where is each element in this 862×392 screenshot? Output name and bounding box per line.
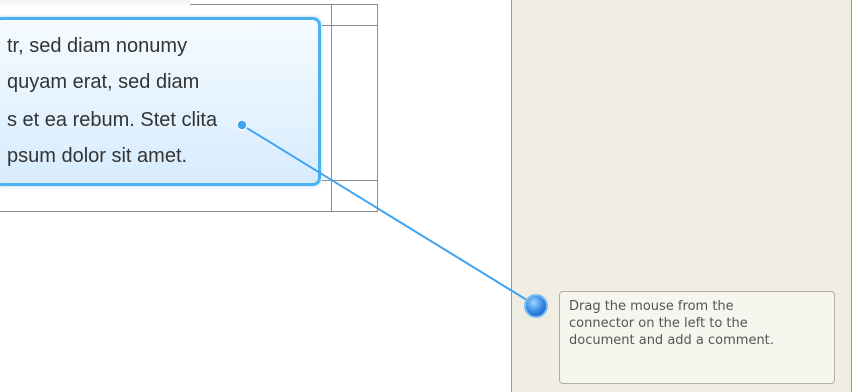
connector-anchor-dot[interactable]: [236, 119, 248, 131]
connector-handle-icon[interactable]: [524, 294, 548, 318]
comment-hint-box[interactable]: Drag the mouse from the connector on the…: [559, 291, 835, 384]
comment-hint-text: Drag the mouse from the connector on the…: [569, 299, 774, 348]
connector-line: [241, 124, 536, 306]
